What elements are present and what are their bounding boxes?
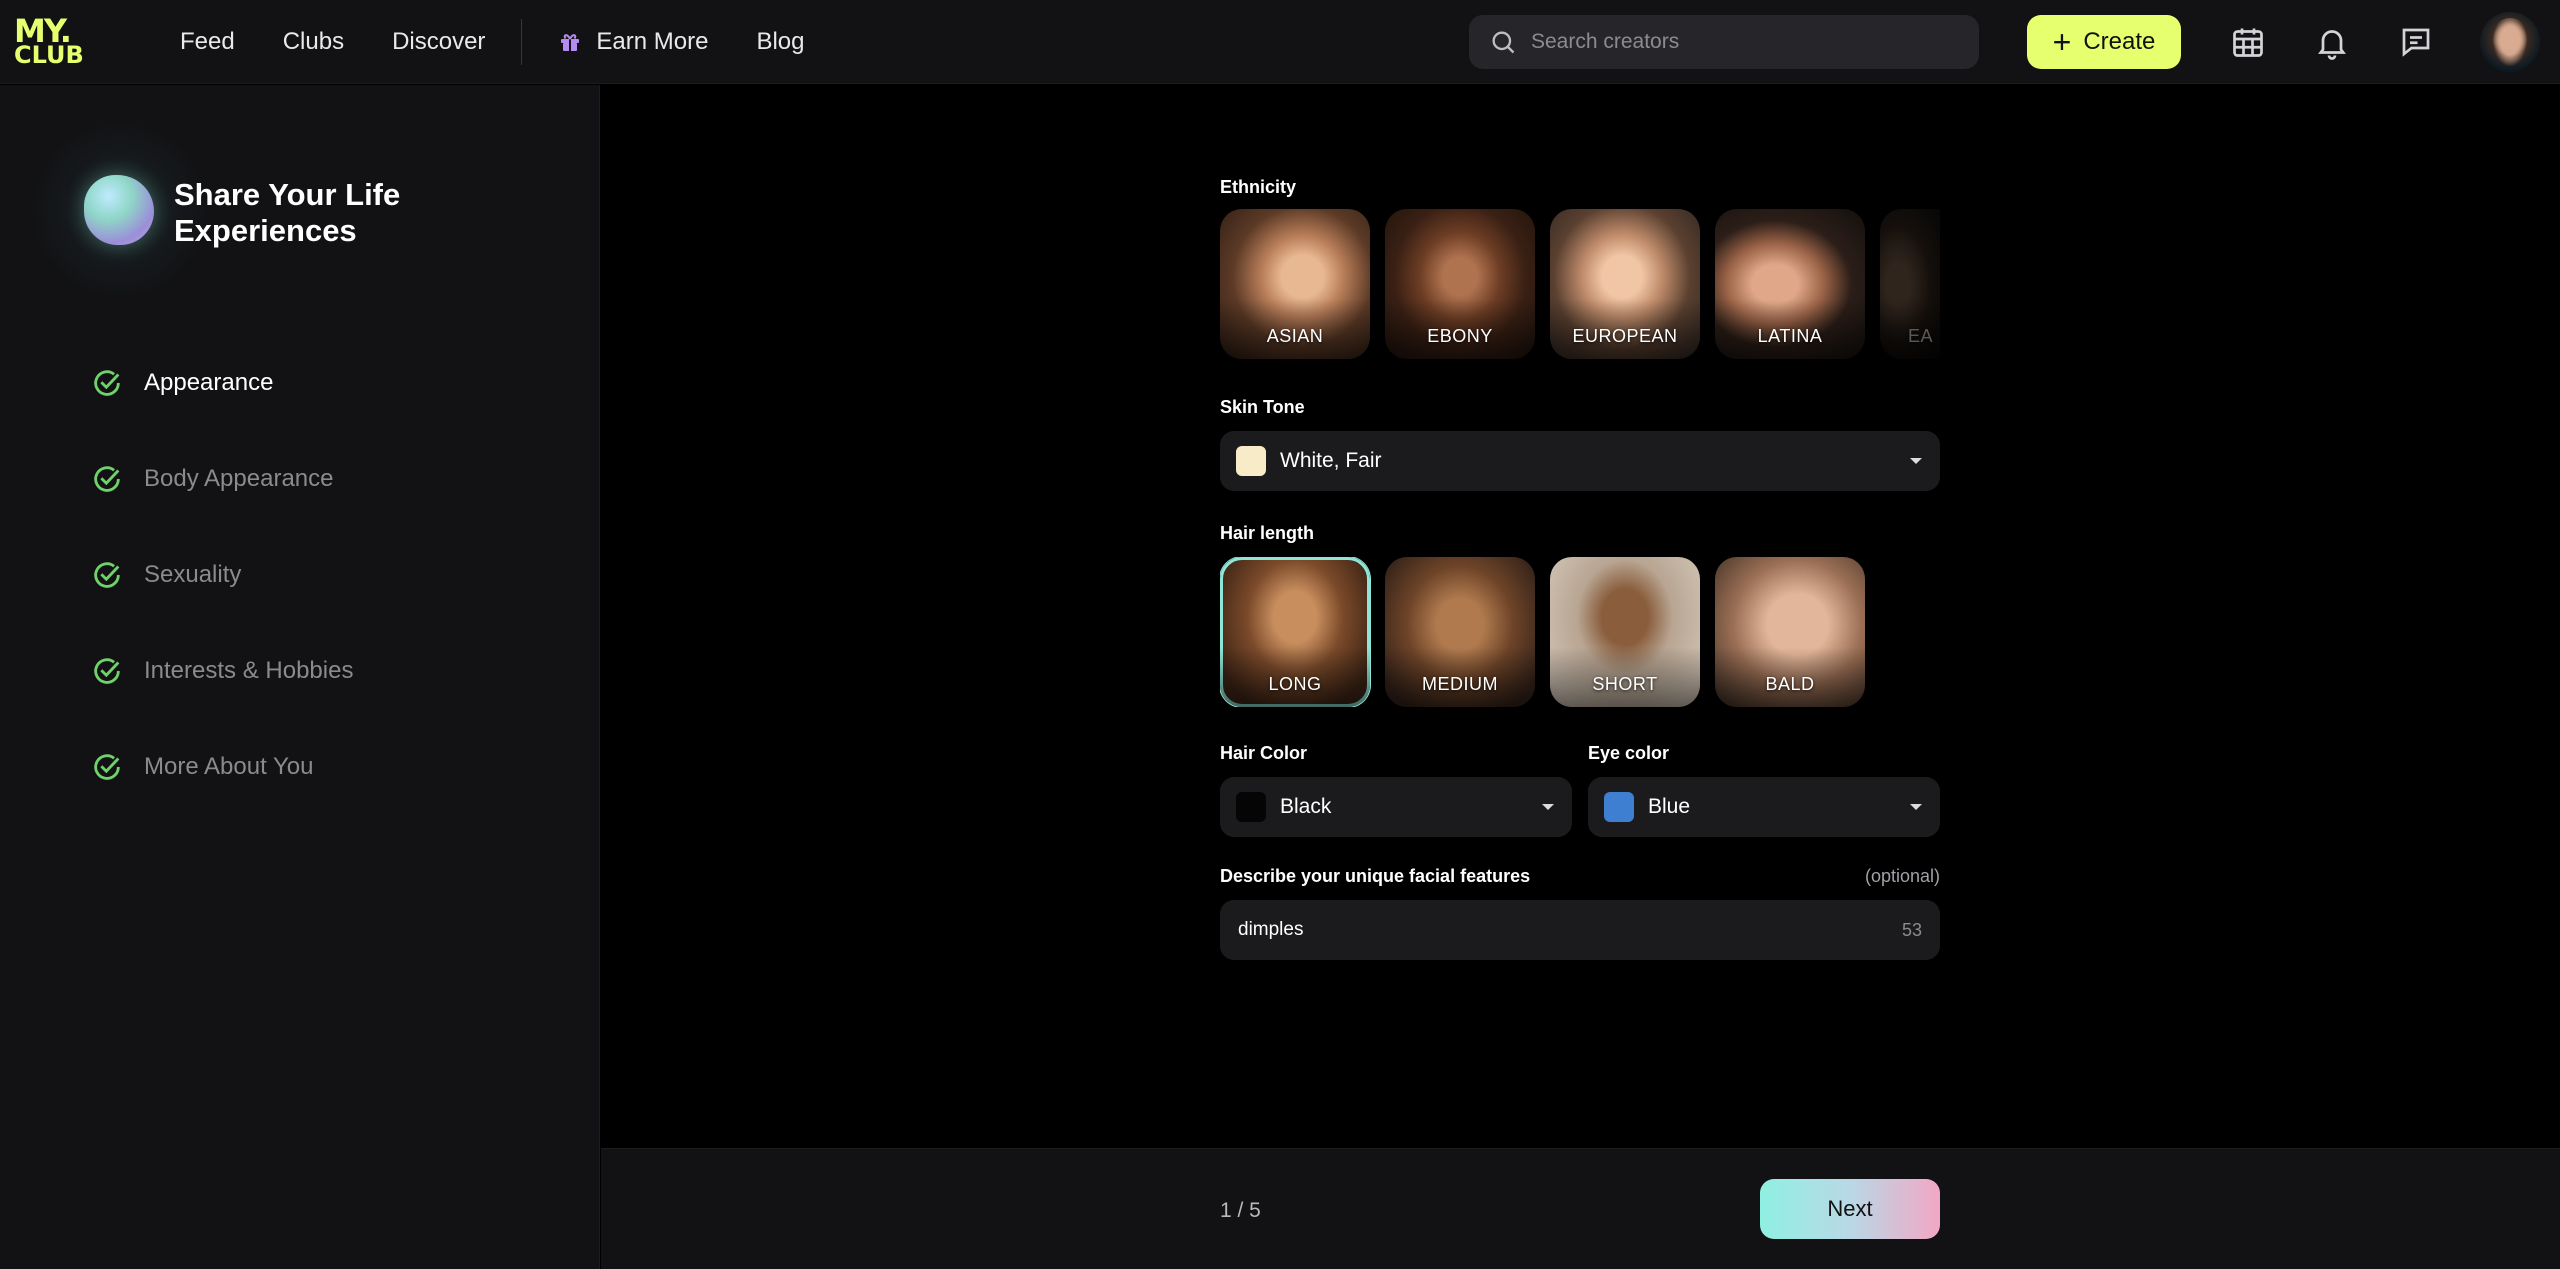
main-nav: Feed Clubs Discover Earn More Blog bbox=[180, 0, 853, 84]
calendar-icon[interactable] bbox=[2230, 24, 2266, 60]
skin-tone-select[interactable]: White, Fair bbox=[1220, 431, 1940, 491]
ethnicity-option-asian[interactable]: ASIAN bbox=[1220, 209, 1370, 359]
facial-features-label: Describe your unique facial features bbox=[1220, 866, 1531, 886]
step-label: Sexuality bbox=[144, 561, 242, 588]
option-label: EBONY bbox=[1427, 326, 1493, 346]
user-avatar[interactable] bbox=[2480, 12, 2540, 72]
eye-color-select[interactable]: Blue bbox=[1588, 777, 1940, 837]
option-label: EUROPEAN bbox=[1572, 326, 1678, 346]
hair-length-option-long[interactable]: LONG bbox=[1220, 557, 1370, 707]
plus-icon: + bbox=[2052, 24, 2072, 60]
hair-color-select[interactable]: Black bbox=[1220, 777, 1572, 837]
top-navigation-bar: MY. CLUB Feed Clubs Discover Earn More B… bbox=[0, 0, 2560, 84]
option-label: LATINA bbox=[1757, 326, 1823, 346]
hair-length-option-medium[interactable]: MEDIUM bbox=[1385, 557, 1535, 707]
earn-more-label: Earn More bbox=[596, 28, 709, 55]
steps-sidebar: Share Your Life Experiences Appearance B… bbox=[0, 85, 600, 1269]
step-interests-hobbies[interactable]: Interests & Hobbies bbox=[90, 623, 353, 719]
bell-icon[interactable] bbox=[2314, 24, 2350, 60]
nav-divider bbox=[521, 19, 523, 65]
chevron-down-icon bbox=[1910, 804, 1922, 810]
logo-line-2: CLUB bbox=[14, 41, 84, 69]
option-label: ASIAN bbox=[1266, 326, 1324, 346]
check-circle-icon bbox=[94, 466, 120, 492]
chevron-down-icon bbox=[1542, 804, 1554, 810]
skin-tone-swatch bbox=[1236, 446, 1266, 476]
nav-link-feed[interactable]: Feed bbox=[180, 28, 235, 56]
option-label: MEDIUM bbox=[1422, 674, 1498, 694]
step-label: Appearance bbox=[144, 369, 274, 396]
facial-features-input[interactable] bbox=[1238, 919, 1838, 941]
create-label: Create bbox=[2083, 28, 2156, 55]
step-appearance[interactable]: Appearance bbox=[90, 335, 353, 431]
hair-length-option-short[interactable]: SHORT bbox=[1550, 557, 1700, 707]
option-label: EA bbox=[1908, 326, 1934, 346]
skin-tone-label: Skin Tone bbox=[1220, 397, 1305, 417]
sidebar-title: Share Your Life Experiences bbox=[174, 177, 401, 248]
hair-length-options: LONG MEDIUM SHORT BALD bbox=[1220, 557, 1865, 707]
nav-link-clubs[interactable]: Clubs bbox=[283, 28, 344, 56]
next-button[interactable]: Next bbox=[1760, 1179, 1940, 1239]
ethnicity-label: Ethnicity bbox=[1220, 177, 1297, 197]
facial-features-field[interactable]: 53 bbox=[1220, 900, 1940, 960]
check-circle-icon bbox=[94, 754, 120, 780]
nav-link-earn-more[interactable]: Earn More bbox=[558, 28, 708, 56]
step-body-appearance[interactable]: Body Appearance bbox=[90, 431, 353, 527]
myclub-logo[interactable]: MY. CLUB bbox=[14, 15, 102, 69]
step-label: More About You bbox=[144, 753, 314, 780]
steps-list: Appearance Body Appearance Sexuality Int… bbox=[90, 335, 353, 815]
chevron-down-icon bbox=[1910, 458, 1922, 464]
search-icon bbox=[1492, 31, 1515, 54]
ethnicity-option-european[interactable]: EUROPEAN bbox=[1550, 209, 1700, 359]
hair-color-value: Black bbox=[1280, 795, 1332, 818]
hair-length-option-bald[interactable]: BALD bbox=[1715, 557, 1865, 707]
step-sexuality[interactable]: Sexuality bbox=[90, 527, 353, 623]
message-icon[interactable] bbox=[2398, 24, 2434, 60]
skin-tone-value: White, Fair bbox=[1280, 449, 1382, 472]
step-label: Body Appearance bbox=[144, 465, 334, 492]
character-counter: 53 bbox=[1901, 919, 1922, 940]
eye-color-label: Eye color bbox=[1588, 743, 1670, 763]
ethnicity-option-ebony[interactable]: EBONY bbox=[1385, 209, 1535, 359]
create-button[interactable]: + Create bbox=[2027, 15, 2181, 69]
ethnicity-option-partial[interactable]: EA bbox=[1880, 209, 1940, 359]
search-input[interactable] bbox=[1531, 30, 1951, 54]
check-circle-icon bbox=[94, 370, 120, 396]
check-circle-icon bbox=[94, 658, 120, 684]
hair-color-label: Hair Color bbox=[1220, 743, 1308, 763]
step-label: Interests & Hobbies bbox=[144, 657, 354, 684]
form-footer: 1 / 5 Next bbox=[601, 1148, 2560, 1269]
nav-link-blog[interactable]: Blog bbox=[756, 28, 804, 56]
brand-orb-icon bbox=[84, 175, 154, 245]
ethnicity-option-latina[interactable]: LATINA bbox=[1715, 209, 1865, 359]
search-bar[interactable] bbox=[1469, 15, 1979, 69]
gift-icon bbox=[561, 34, 580, 51]
eye-color-swatch bbox=[1604, 792, 1634, 822]
option-label: SHORT bbox=[1592, 674, 1658, 694]
main-content: Ethnicity ASIAN EBONY EUROPEAN LATINA EA… bbox=[601, 85, 2560, 1147]
eye-color-value: Blue bbox=[1648, 795, 1691, 818]
option-label: LONG bbox=[1268, 674, 1322, 694]
check-circle-icon bbox=[94, 562, 120, 588]
step-more-about-you[interactable]: More About You bbox=[90, 719, 353, 815]
hair-color-swatch bbox=[1236, 792, 1266, 822]
optional-hint: (optional) bbox=[1864, 866, 1940, 886]
ethnicity-options: ASIAN EBONY EUROPEAN LATINA EA bbox=[1220, 209, 1940, 359]
option-label: BALD bbox=[1765, 674, 1815, 694]
nav-link-discover[interactable]: Discover bbox=[392, 28, 485, 56]
hair-length-label: Hair length bbox=[1220, 523, 1315, 543]
step-pager: 1 / 5 bbox=[1220, 1199, 1261, 1222]
